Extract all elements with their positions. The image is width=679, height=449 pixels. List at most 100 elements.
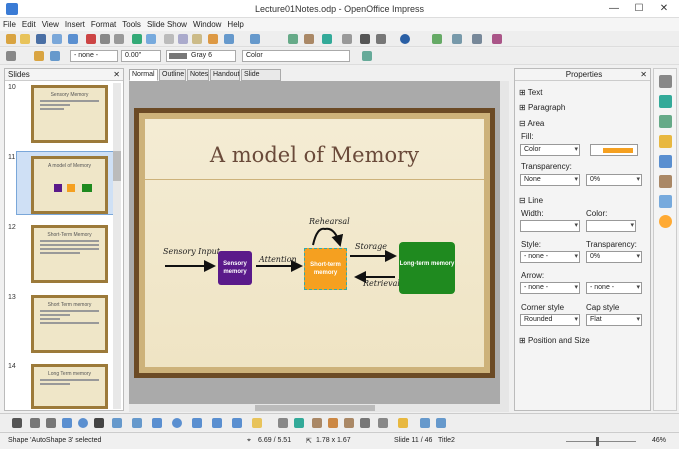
redo-icon[interactable] — [250, 34, 260, 44]
paragraph-section[interactable]: ⊞ Paragraph — [519, 103, 565, 112]
area-section[interactable]: ⊟ Area — [519, 119, 544, 128]
long-term-memory-box[interactable]: Long-term memory — [399, 242, 455, 294]
tab-outline[interactable]: Outline — [159, 69, 186, 81]
line-icon[interactable] — [34, 51, 44, 61]
menu-tools[interactable]: Tools — [119, 18, 144, 31]
line-width-select[interactable] — [520, 220, 580, 232]
canvas-vscroll[interactable] — [500, 81, 509, 404]
display-icon[interactable] — [360, 34, 370, 44]
clone-icon[interactable] — [208, 34, 218, 44]
transition-icon[interactable] — [659, 175, 672, 188]
line-style-select-panel[interactable]: - none - — [520, 251, 580, 263]
autospell-icon[interactable] — [146, 34, 156, 44]
preview-icon[interactable] — [114, 34, 124, 44]
menu-insert[interactable]: Insert — [62, 18, 88, 31]
export-pdf-icon[interactable] — [86, 34, 96, 44]
slideshow-icon[interactable] — [492, 34, 502, 44]
slide-thumbnail[interactable]: Sensory Memory — [31, 85, 108, 143]
undo-icon[interactable] — [224, 34, 234, 44]
open-icon[interactable] — [20, 34, 30, 44]
save-icon[interactable] — [36, 34, 46, 44]
paste-icon[interactable] — [192, 34, 202, 44]
zoom-slider-thumb[interactable] — [596, 437, 599, 446]
arrow-style-icon[interactable] — [50, 51, 60, 61]
slide-thumbnail[interactable]: A model of Memory — [31, 156, 108, 214]
menu-help[interactable]: Help — [224, 18, 246, 31]
sidebar-menu-icon[interactable] — [659, 75, 672, 88]
rotate-icon[interactable] — [360, 418, 370, 428]
properties-icon[interactable] — [659, 95, 672, 108]
line-tool-icon[interactable] — [30, 418, 40, 428]
maximize-button[interactable]: ☐ — [628, 2, 650, 15]
slide-content[interactable]: A model of Memory Sensory Input Sensory … — [139, 113, 490, 373]
connector-icon[interactable] — [132, 418, 142, 428]
tab-slide-sorter[interactable]: Slide Sorter — [241, 69, 281, 88]
gallery-icon[interactable] — [659, 195, 672, 208]
slide-thumbnail[interactable]: Short Term memory — [31, 295, 108, 353]
slide-thumbnail[interactable]: Short-Term Memory — [31, 225, 108, 283]
draw-functions-icon[interactable] — [342, 34, 352, 44]
tab-handout[interactable]: Handout — [210, 69, 240, 81]
slides-panel-close[interactable]: ✕ — [113, 69, 120, 81]
table-icon[interactable] — [304, 34, 314, 44]
area-color-select[interactable]: Gray 6 — [166, 50, 236, 62]
text-tool-icon[interactable] — [94, 418, 104, 428]
align-icon[interactable] — [378, 418, 388, 428]
edit-file-icon[interactable] — [68, 34, 78, 44]
shadow-icon[interactable] — [362, 51, 372, 61]
symbol-shapes-icon[interactable] — [172, 418, 182, 428]
gallery-tool-icon[interactable] — [344, 418, 354, 428]
slide-thumbnail[interactable]: Long Term memory — [31, 364, 108, 409]
fontwork-icon[interactable] — [312, 418, 322, 428]
help-icon[interactable] — [400, 34, 410, 44]
block-arrows-icon[interactable] — [192, 418, 202, 428]
area-style-select[interactable]: Color — [242, 50, 350, 62]
ellipse-icon[interactable] — [78, 418, 88, 428]
layout-icon[interactable] — [452, 34, 462, 44]
menu-window[interactable]: Window — [190, 18, 224, 31]
slide[interactable]: A model of Memory Sensory Input Sensory … — [134, 108, 495, 378]
arrow-tool-icon[interactable] — [46, 418, 56, 428]
corner-style-select[interactable]: Rounded — [520, 314, 580, 326]
chart-icon[interactable] — [288, 34, 298, 44]
text-section[interactable]: ⊞ Text — [519, 88, 542, 97]
zoom-slider[interactable] — [566, 441, 636, 442]
basic-shapes-icon[interactable] — [152, 418, 162, 428]
menu-format[interactable]: Format — [88, 18, 119, 31]
transparency-percent[interactable]: 0% — [586, 174, 642, 186]
rectangle-icon[interactable] — [62, 418, 72, 428]
properties-close[interactable]: ✕ — [640, 69, 647, 81]
cap-style-select[interactable]: Flat — [586, 314, 642, 326]
navigator-icon[interactable] — [659, 215, 672, 228]
callouts-icon[interactable] — [232, 418, 242, 428]
menu-slideshow[interactable]: Slide Show — [144, 18, 190, 31]
print-icon[interactable] — [100, 34, 110, 44]
navigator-icon[interactable] — [322, 34, 332, 44]
line-width-input[interactable]: 0.00" — [121, 50, 161, 62]
layouts-icon[interactable] — [659, 115, 672, 128]
menu-view[interactable]: View — [39, 18, 62, 31]
position-size-section[interactable]: ⊞ Position and Size — [519, 336, 590, 345]
design-icon[interactable] — [472, 34, 482, 44]
spellcheck-icon[interactable] — [132, 34, 142, 44]
flowchart-icon[interactable] — [212, 418, 222, 428]
canvas-hscroll-thumb[interactable] — [255, 405, 375, 411]
arrow-left-select[interactable]: - none - — [520, 282, 580, 294]
curve-icon[interactable] — [112, 418, 122, 428]
cut-icon[interactable] — [164, 34, 174, 44]
tab-notes[interactable]: Notes — [187, 69, 209, 81]
select-icon[interactable] — [12, 418, 22, 428]
email-icon[interactable] — [52, 34, 62, 44]
line-color-select[interactable] — [586, 220, 636, 232]
transparency-select[interactable]: None — [520, 174, 580, 186]
line-transparency-percent[interactable]: 0% — [586, 251, 642, 263]
menu-file[interactable]: File — [0, 18, 19, 31]
extrusion-icon[interactable] — [420, 418, 430, 428]
arrow-right-select[interactable]: - none - — [586, 282, 642, 294]
zoom-level[interactable]: 46% — [652, 437, 666, 444]
zoom-icon[interactable] — [376, 34, 386, 44]
sensory-memory-box[interactable]: Sensory memory — [218, 251, 252, 285]
short-term-memory-box[interactable]: Short-term memory — [304, 248, 347, 290]
line-section[interactable]: ⊟ Line — [519, 196, 543, 205]
slides-scrollbar[interactable] — [113, 83, 121, 409]
